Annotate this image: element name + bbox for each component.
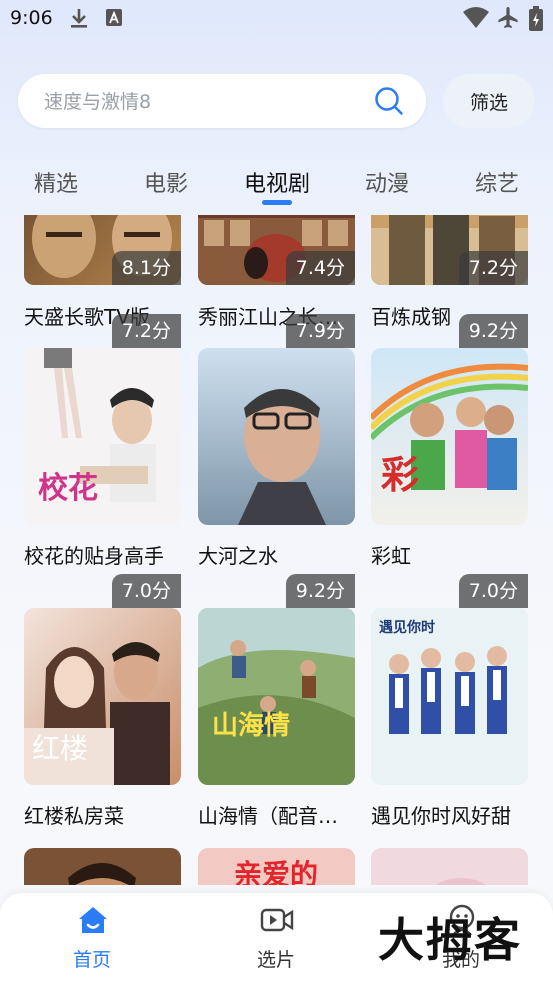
poster-image	[371, 848, 528, 885]
show-title: 遇见你时风好甜	[371, 804, 511, 828]
svg-text:山海情: 山海情	[212, 711, 290, 741]
search-icon[interactable]	[374, 86, 404, 120]
status-bar: 9:06	[0, 0, 553, 36]
active-tab-indicator	[262, 200, 292, 205]
show-title: 大河之水	[198, 544, 278, 568]
svg-text:亲爱的: 亲爱的	[234, 858, 318, 885]
svg-text:彩: 彩	[381, 452, 419, 497]
video-icon	[260, 903, 294, 941]
rating-badge: 7.0分	[111, 574, 181, 608]
show-title: 山海情（配音…	[198, 804, 338, 828]
poster-image: 校花	[24, 348, 181, 525]
show-title: 红楼私房菜	[24, 804, 124, 828]
poster-image: 遇见你时	[371, 608, 528, 785]
home-icon	[76, 903, 110, 941]
rating-badge: 9.2分	[458, 314, 528, 348]
poster-image: 彩	[371, 348, 528, 525]
airplane-mode-icon	[496, 6, 520, 34]
nav-browse-label: 选片	[256, 949, 295, 971]
svg-text:红楼: 红楼	[32, 732, 88, 765]
tab-anime[interactable]: 动漫	[365, 166, 409, 198]
poster-image: 亲爱的	[198, 848, 355, 885]
poster-image	[24, 848, 181, 885]
search-input[interactable]	[42, 74, 366, 130]
poster-image	[198, 348, 355, 525]
rating-badge: 8.1分	[111, 251, 181, 285]
tab-variety[interactable]: 综艺	[475, 166, 519, 198]
watermark: 大拇客	[378, 913, 522, 967]
nav-home[interactable]: 首页	[32, 893, 152, 984]
rating-badge: 7.2分	[458, 251, 528, 285]
rating-badge: 7.4分	[285, 251, 355, 285]
tab-movies[interactable]: 电影	[144, 166, 188, 198]
rating-badge: 7.9分	[285, 314, 355, 348]
search-box[interactable]	[18, 74, 426, 130]
nav-home-label: 首页	[72, 949, 111, 971]
rating-badge: 7.0分	[458, 574, 528, 608]
svg-text:校花: 校花	[38, 471, 98, 506]
rating-badge: 9.2分	[285, 574, 355, 608]
battery-icon	[528, 6, 544, 36]
tab-tv-series[interactable]: 电视剧	[244, 166, 310, 198]
app-notification-icon	[104, 6, 124, 34]
filter-button[interactable]: 筛选	[443, 74, 535, 128]
wifi-icon	[462, 6, 490, 34]
nav-browse[interactable]: 选片	[216, 893, 336, 984]
show-title: 彩虹	[371, 544, 411, 568]
poster-image: 红楼	[24, 608, 181, 785]
svg-text:遇见你时: 遇见你时	[379, 619, 435, 636]
status-time: 9:06	[10, 7, 53, 29]
content-grid: 8.1分 天盛长歌TV版 7.4分 秀丽江山之长… 7.2分 百炼成钢 校花 7…	[0, 215, 553, 885]
show-title: 校花的贴身高手	[24, 544, 164, 568]
rating-badge: 7.2分	[111, 314, 181, 348]
poster-image: 山海情	[198, 608, 355, 785]
tab-featured[interactable]: 精选	[34, 166, 78, 198]
download-icon	[68, 6, 90, 34]
